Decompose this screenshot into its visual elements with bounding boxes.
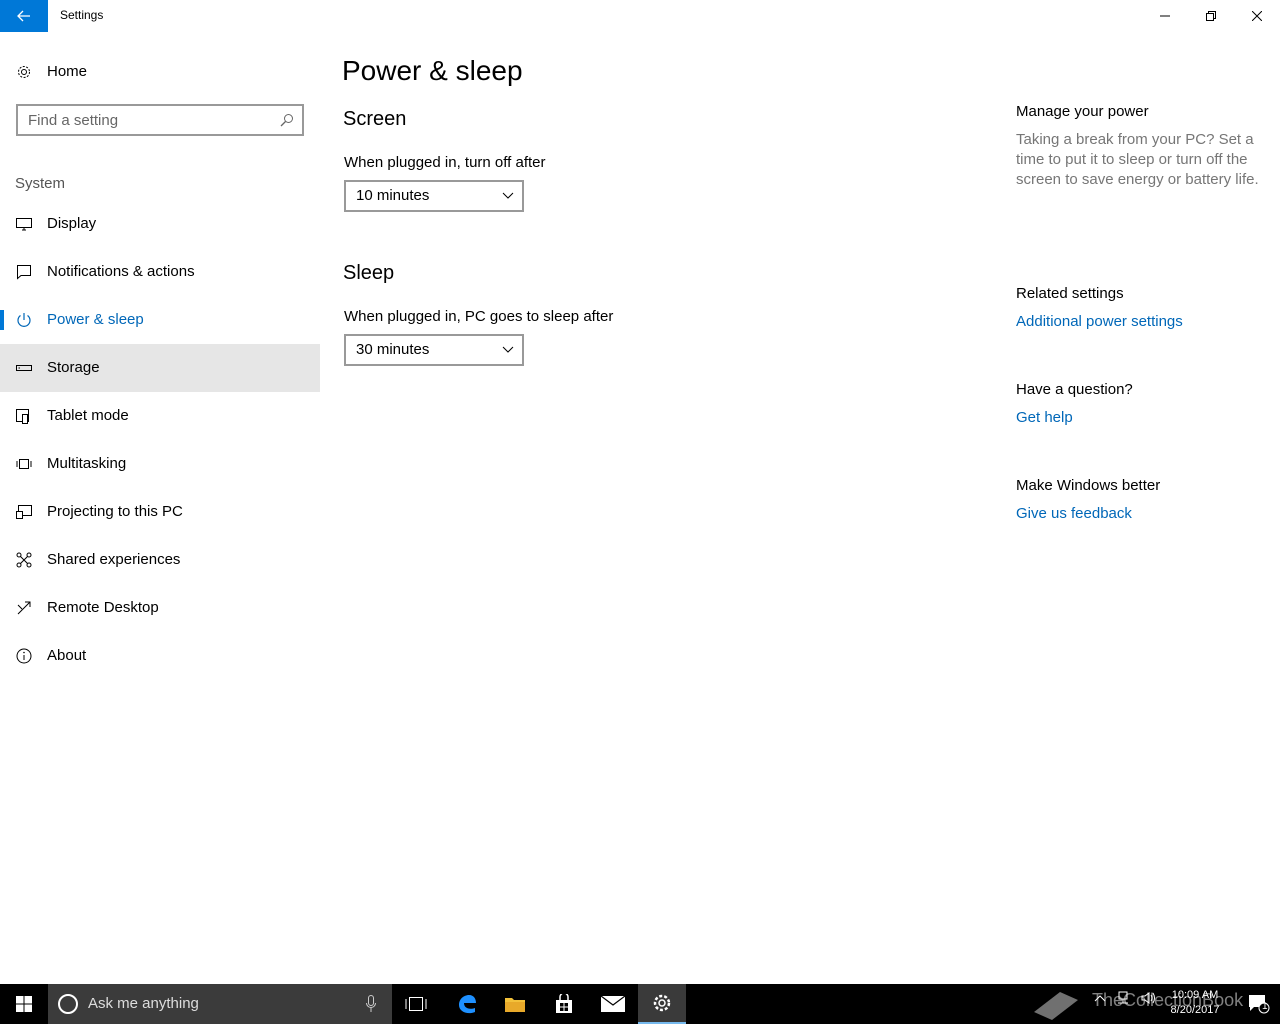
sidebar-item-notifications[interactable]: Notifications & actions xyxy=(0,248,320,296)
sidebar-item-multitasking[interactable]: Multitasking xyxy=(0,440,320,488)
network-icon xyxy=(1118,991,1129,1004)
taskbar: Ask me anything TheCollectionBook 10:09 … xyxy=(0,984,1280,1024)
search-input[interactable]: Find a setting xyxy=(16,104,304,136)
sidebar-nav: Display Notifications & actions Power & … xyxy=(0,200,320,680)
sidebar: Home Find a setting System Display Notif… xyxy=(0,32,320,984)
title-bar: Settings xyxy=(0,0,1280,32)
section-label: System xyxy=(15,175,66,192)
search-placeholder: Find a setting xyxy=(28,112,119,129)
sidebar-item-label: Remote Desktop xyxy=(47,599,159,616)
chevron-down-icon xyxy=(502,192,514,199)
restore-button[interactable] xyxy=(1188,0,1234,32)
back-arrow-icon xyxy=(17,10,30,22)
tablet-icon xyxy=(16,409,29,424)
sleep-heading: Sleep xyxy=(343,262,395,284)
message-icon xyxy=(17,265,31,280)
clock-date: 8/20/2017 xyxy=(1170,1004,1220,1016)
microphone-icon[interactable] xyxy=(366,995,376,1013)
search-icon xyxy=(280,114,293,127)
sidebar-item-label: Notifications & actions xyxy=(47,263,195,280)
share-icon xyxy=(16,552,32,568)
edge-button[interactable] xyxy=(443,984,491,1024)
cortana-icon xyxy=(58,994,78,1014)
clock-time: 10:09 AM xyxy=(1171,989,1219,1001)
task-view-button[interactable] xyxy=(392,984,440,1024)
window-title: Settings xyxy=(60,8,104,22)
mail-button[interactable] xyxy=(589,984,637,1024)
sleep-timeout-dropdown[interactable]: 30 minutes xyxy=(344,334,524,366)
get-help-link[interactable]: Get help xyxy=(1016,409,1073,426)
info-icon xyxy=(16,648,32,664)
sidebar-item-display[interactable]: Display xyxy=(0,200,320,248)
edge-icon xyxy=(459,995,476,1014)
screen-timeout-dropdown[interactable]: 10 minutes xyxy=(344,180,524,212)
sidebar-item-tablet-mode[interactable]: Tablet mode xyxy=(0,392,320,440)
manage-heading: Manage your power xyxy=(1016,103,1149,120)
sleep-timeout-value: 30 minutes xyxy=(356,341,430,358)
screen-label: When plugged in, turn off after xyxy=(344,154,546,171)
additional-power-settings-link[interactable]: Additional power settings xyxy=(1016,313,1183,330)
settings-taskbar-button[interactable] xyxy=(638,984,686,1024)
sidebar-item-about[interactable]: About xyxy=(0,632,320,680)
monitor-icon xyxy=(16,218,32,231)
system-tray[interactable] xyxy=(1094,990,1157,1005)
screen-heading: Screen xyxy=(343,108,407,130)
multitask-icon xyxy=(16,459,32,469)
sidebar-item-storage[interactable]: Storage xyxy=(0,344,320,392)
manage-text: Taking a break from your PC? Set a time … xyxy=(1016,131,1259,188)
file-explorer-button[interactable] xyxy=(491,984,539,1024)
power-icon xyxy=(17,313,31,327)
back-button[interactable] xyxy=(0,0,48,32)
book-logo-icon xyxy=(1034,992,1078,1020)
close-icon xyxy=(1252,11,1262,21)
minimize-icon xyxy=(1160,15,1170,17)
sidebar-item-shared-experiences[interactable]: Shared experiences xyxy=(0,536,320,584)
better-heading: Make Windows better xyxy=(1016,477,1161,494)
sidebar-item-label: Shared experiences xyxy=(47,551,181,568)
store-icon xyxy=(556,994,572,1013)
gear-icon xyxy=(18,66,30,78)
cortana-placeholder: Ask me anything xyxy=(88,995,199,1012)
sidebar-item-projecting[interactable]: Projecting to this PC xyxy=(0,488,320,536)
project-icon xyxy=(16,505,32,519)
related-heading: Related settings xyxy=(1016,285,1124,302)
sidebar-item-label: Projecting to this PC xyxy=(47,503,183,520)
sidebar-item-power-sleep[interactable]: Power & sleep xyxy=(0,296,320,344)
minimize-button[interactable] xyxy=(1142,0,1188,32)
remote-icon xyxy=(17,601,31,615)
task-view-icon xyxy=(405,997,427,1011)
cortana-search[interactable]: Ask me anything xyxy=(48,984,392,1024)
start-button[interactable] xyxy=(0,984,48,1024)
chevron-up-icon xyxy=(1094,995,1106,1002)
page-title: Power & sleep xyxy=(342,55,523,86)
gear-icon xyxy=(653,994,671,1012)
windows-logo-icon xyxy=(16,996,32,1012)
home-label: Home xyxy=(47,63,88,80)
sidebar-item-label: About xyxy=(47,647,87,664)
give-feedback-link[interactable]: Give us feedback xyxy=(1016,505,1132,522)
store-button[interactable] xyxy=(540,984,588,1024)
sidebar-item-label: Display xyxy=(47,215,97,232)
notification-count: 1 xyxy=(1262,1001,1268,1012)
sleep-label: When plugged in, PC goes to sleep after xyxy=(344,308,614,325)
home-nav[interactable]: Home xyxy=(0,58,320,88)
screen-timeout-value: 10 minutes xyxy=(356,187,430,204)
sidebar-item-label: Tablet mode xyxy=(47,407,129,424)
volume-icon xyxy=(1141,991,1155,1004)
sidebar-item-label: Power & sleep xyxy=(47,311,144,328)
question-heading: Have a question? xyxy=(1016,381,1133,398)
close-button[interactable] xyxy=(1234,0,1280,32)
clock[interactable]: 10:09 AM 8/20/2017 xyxy=(1160,988,1230,1018)
mail-icon xyxy=(601,996,625,1012)
sidebar-item-label: Storage xyxy=(47,359,100,376)
chevron-down-icon xyxy=(502,346,514,353)
sidebar-item-label: Multitasking xyxy=(47,455,127,472)
restore-icon xyxy=(1206,11,1216,21)
folder-icon xyxy=(505,998,525,1012)
drive-icon xyxy=(16,365,32,371)
action-center-button[interactable]: 1 xyxy=(1238,984,1280,1024)
sidebar-item-remote-desktop[interactable]: Remote Desktop xyxy=(0,584,320,632)
